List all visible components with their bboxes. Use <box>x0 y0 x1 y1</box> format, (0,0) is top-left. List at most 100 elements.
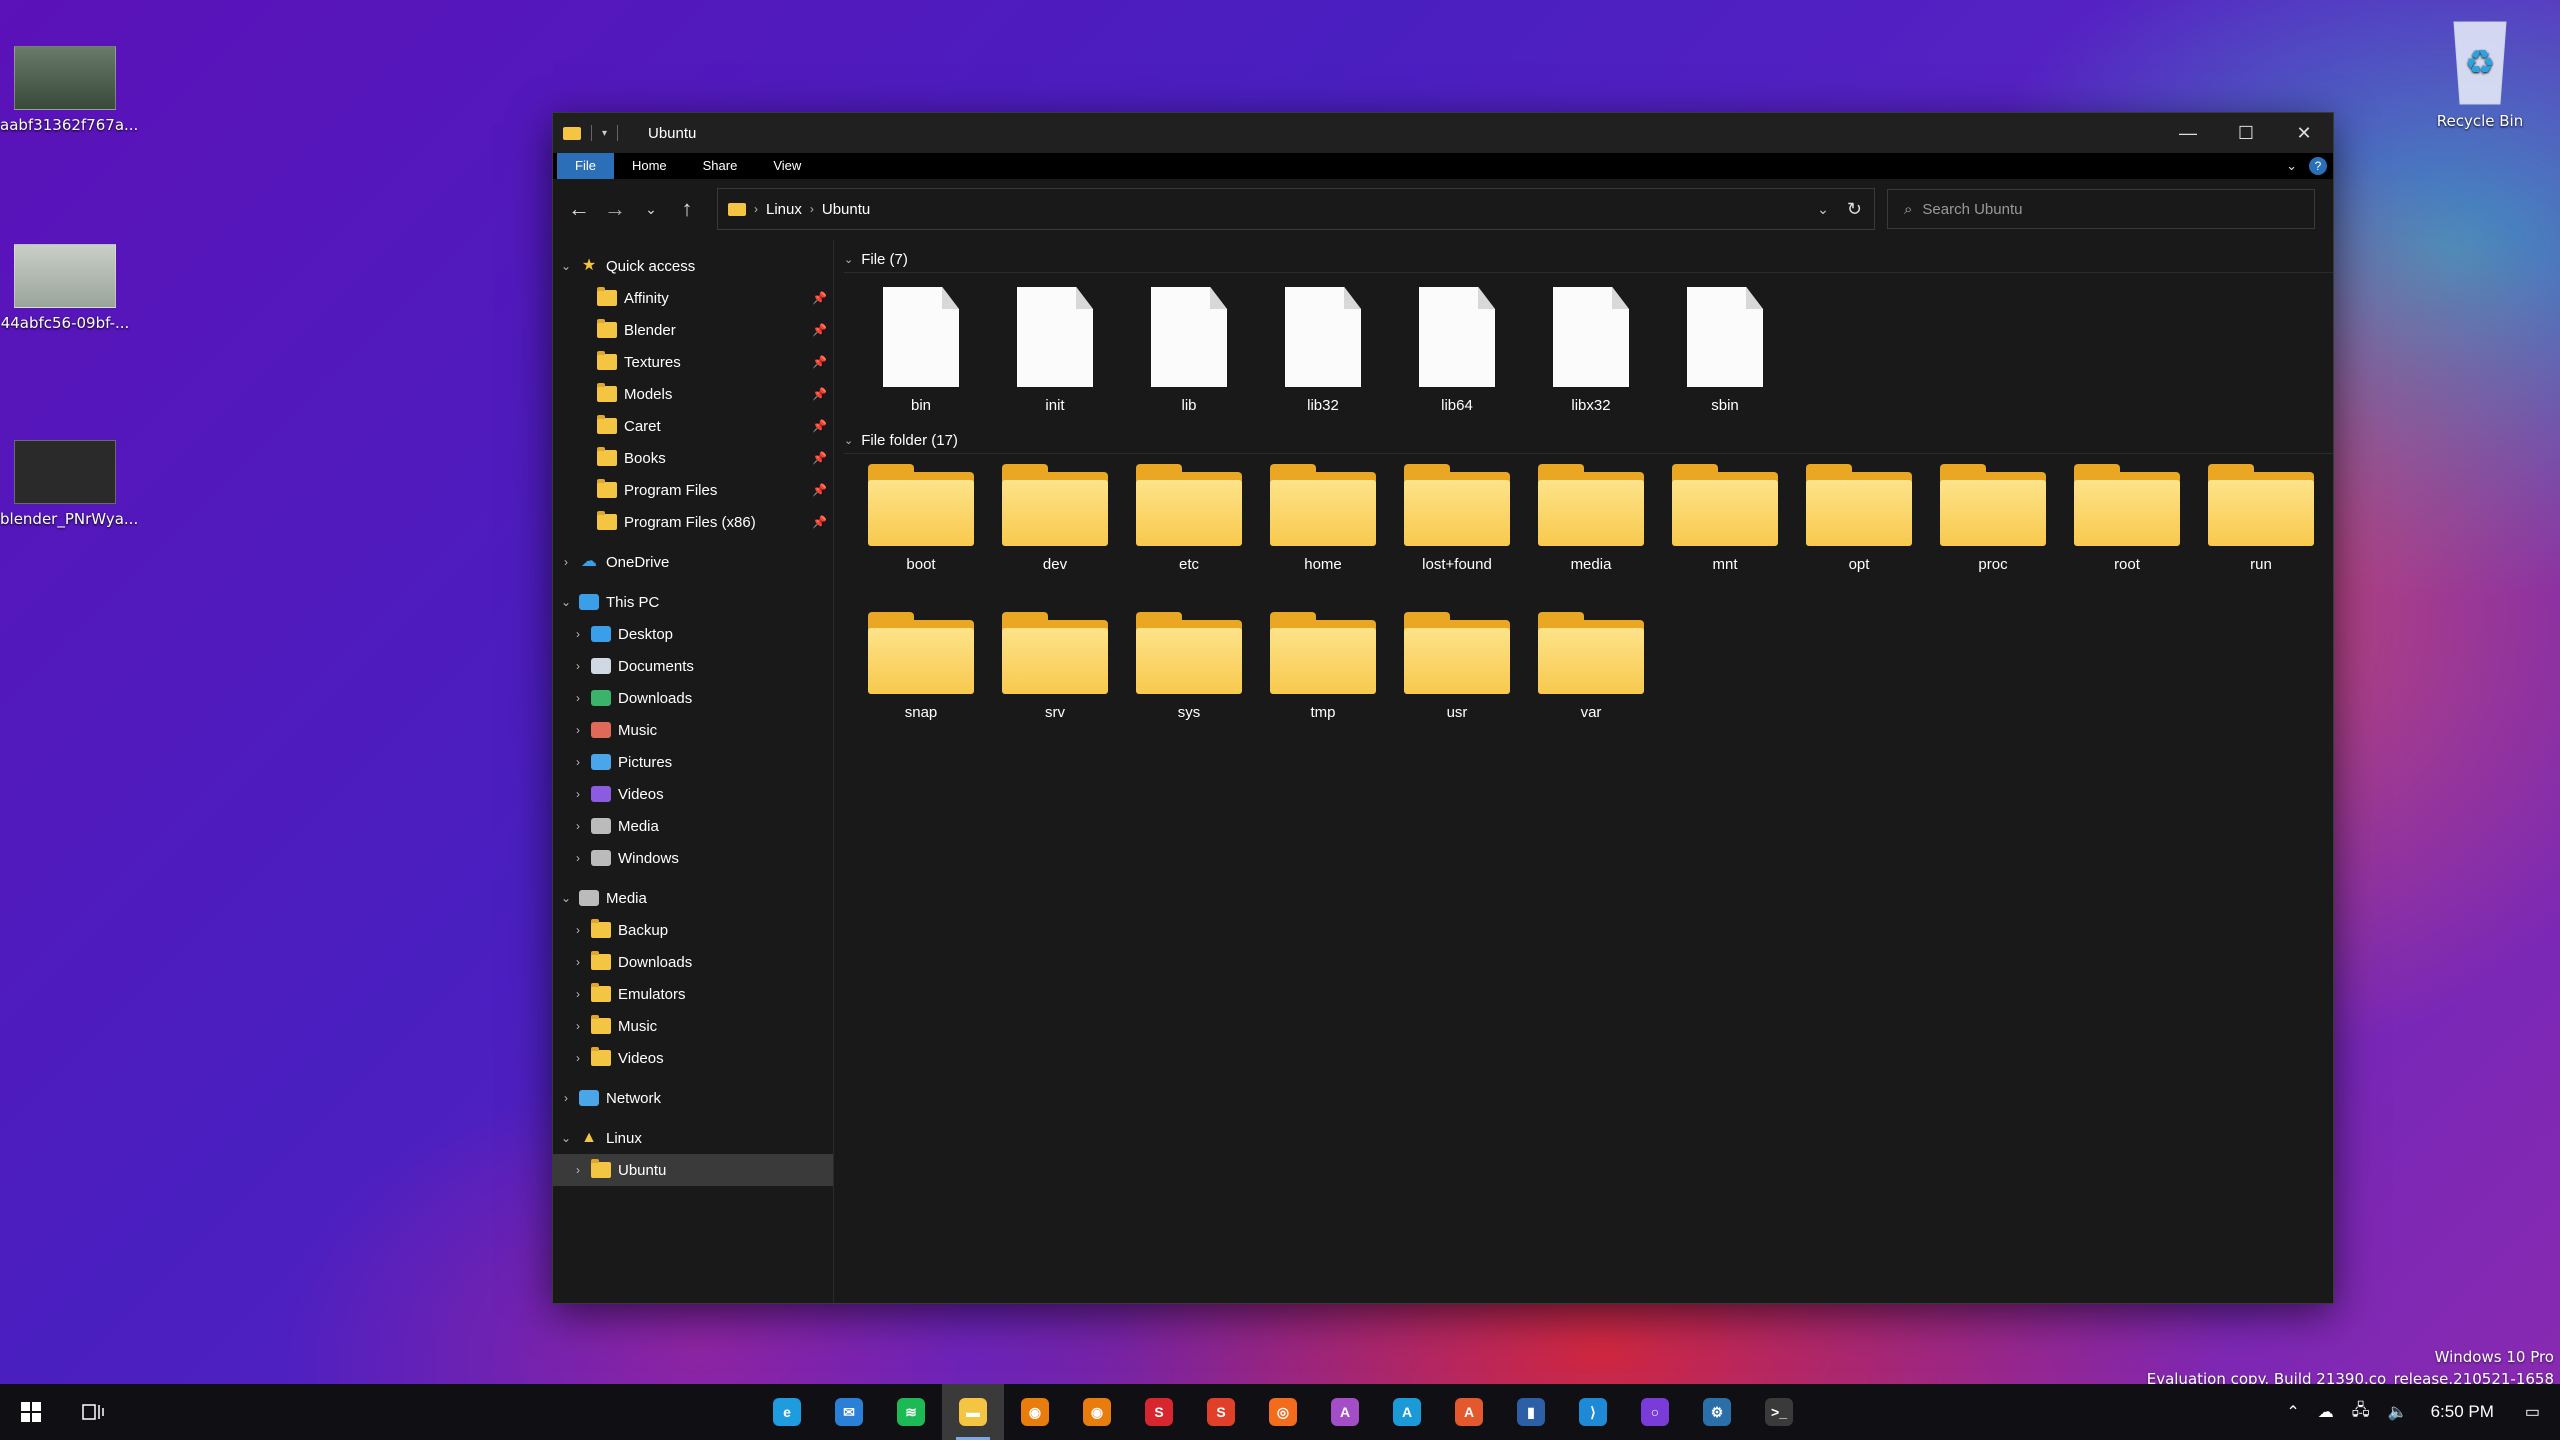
nav-media-item[interactable]: › Emulators <box>553 978 833 1010</box>
nav-this-pc-item[interactable]: › Desktop <box>553 618 833 650</box>
folder-item[interactable]: etc <box>1122 454 1256 602</box>
affinity-photo-app[interactable]: A <box>1314 1384 1376 1440</box>
nav-quick-access-item[interactable]: Program Files (x86) 📌 <box>553 506 833 538</box>
nav-onedrive[interactable]: › ☁ OneDrive <box>553 546 833 578</box>
breadcrumb-linux[interactable]: Linux <box>766 201 802 218</box>
nav-linux[interactable]: ⌄ ▲ Linux <box>553 1122 833 1154</box>
folder-item[interactable]: dev <box>988 454 1122 602</box>
chevron-right-icon[interactable]: › <box>571 787 585 801</box>
close-button[interactable]: ✕ <box>2275 113 2333 153</box>
folder-item[interactable]: snap <box>854 602 988 750</box>
nav-quick-access[interactable]: ⌄ ★ Quick access <box>553 250 833 282</box>
nav-media-item[interactable]: › Music <box>553 1010 833 1042</box>
folder-item[interactable]: proc <box>1926 454 2060 602</box>
blender-app[interactable]: ◉ <box>1004 1384 1066 1440</box>
chevron-right-icon[interactable]: › <box>571 955 585 969</box>
file-item[interactable]: libx32 <box>1524 273 1658 421</box>
substance-painter-app[interactable]: S <box>1190 1384 1252 1440</box>
chevron-right-icon[interactable]: › <box>571 723 585 737</box>
folder-item[interactable]: var <box>1524 602 1658 750</box>
volume-icon[interactable]: 🔈 <box>2388 1402 2408 1422</box>
chevron-right-icon[interactable]: › <box>559 555 573 569</box>
caret-app[interactable]: ▮ <box>1500 1384 1562 1440</box>
folder-item[interactable]: run <box>2194 454 2328 602</box>
nav-this-pc-item[interactable]: › Media <box>553 810 833 842</box>
chevron-right-icon[interactable]: › <box>571 1163 585 1177</box>
file-explorer-app[interactable]: ▬ <box>942 1384 1004 1440</box>
nav-media-drive[interactable]: ⌄ Media <box>553 882 833 914</box>
back-button[interactable]: ← <box>561 191 597 227</box>
chevron-right-icon[interactable]: › <box>571 755 585 769</box>
clock[interactable]: 6:50 PM <box>2431 1402 2494 1422</box>
refresh-icon[interactable]: ↻ <box>1847 199 1862 220</box>
nav-quick-access-item[interactable]: Affinity 📌 <box>553 282 833 314</box>
group-header[interactable]: ⌄ File folder (17) <box>844 427 2333 454</box>
nav-network[interactable]: › Network <box>553 1082 833 1114</box>
search-input[interactable]: ⌕ Search Ubuntu <box>1887 189 2315 229</box>
chevron-right-icon[interactable]: › <box>571 659 585 673</box>
folder-item[interactable]: lost+found <box>1390 454 1524 602</box>
nav-quick-access-item[interactable]: Caret 📌 <box>553 410 833 442</box>
tab-home[interactable]: Home <box>614 153 685 179</box>
spotify-app[interactable]: ≋ <box>880 1384 942 1440</box>
address-bar[interactable]: › Linux › Ubuntu ⌄ ↻ <box>717 188 1875 230</box>
folder-item[interactable]: home <box>1256 454 1390 602</box>
tab-view[interactable]: View <box>755 153 819 179</box>
nav-media-item[interactable]: › Downloads <box>553 946 833 978</box>
file-item[interactable]: init <box>988 273 1122 421</box>
task-view-button[interactable] <box>62 1384 124 1440</box>
forward-button[interactable]: → <box>597 191 633 227</box>
nav-media-item[interactable]: › Backup <box>553 914 833 946</box>
nav-this-pc-item[interactable]: › Videos <box>553 778 833 810</box>
folder-item[interactable]: boot <box>854 454 988 602</box>
chevron-right-icon[interactable]: › <box>571 627 585 641</box>
vscode-app[interactable]: ⟩ <box>1562 1384 1624 1440</box>
nav-this-pc[interactable]: ⌄ This PC <box>553 586 833 618</box>
chevron-down-icon[interactable]: ⌄ <box>559 1131 573 1145</box>
chevron-down-icon[interactable]: ⌄ <box>844 253 853 266</box>
address-history-icon[interactable]: ⌄ <box>1817 201 1829 218</box>
minimize-button[interactable]: — <box>2159 113 2217 153</box>
houdini-app[interactable]: ◎ <box>1252 1384 1314 1440</box>
breadcrumb-ubuntu[interactable]: Ubuntu <box>822 201 870 218</box>
chevron-right-icon[interactable]: › <box>571 819 585 833</box>
folder-item[interactable]: usr <box>1390 602 1524 750</box>
group-header[interactable]: ⌄ File (7) <box>844 246 2333 273</box>
nav-quick-access-item[interactable]: Models 📌 <box>553 378 833 410</box>
chevron-right-icon[interactable]: › <box>571 691 585 705</box>
file-item[interactable]: lib64 <box>1390 273 1524 421</box>
chevron-right-icon[interactable]: › <box>571 1051 585 1065</box>
desktop-icon-image-1[interactable]: aabf31362f767a... <box>0 46 138 134</box>
file-item[interactable]: bin <box>854 273 988 421</box>
nav-this-pc-item[interactable]: › Downloads <box>553 682 833 714</box>
folder-item[interactable]: tmp <box>1256 602 1390 750</box>
edge-app[interactable]: e <box>756 1384 818 1440</box>
nav-quick-access-item[interactable]: Program Files 📌 <box>553 474 833 506</box>
folder-item[interactable]: sys <box>1122 602 1256 750</box>
chevron-down-icon[interactable]: ⌄ <box>559 891 573 905</box>
network-icon[interactable]: 🖧 <box>2352 1399 2370 1426</box>
notifications-icon[interactable]: ▭ <box>2525 1402 2540 1422</box>
nav-quick-access-item[interactable]: Books 📌 <box>553 442 833 474</box>
nav-this-pc-item[interactable]: › Documents <box>553 650 833 682</box>
help-icon[interactable]: ? <box>2309 157 2327 175</box>
show-hidden-icons-icon[interactable]: ⌃ <box>2286 1402 2299 1422</box>
folder-item[interactable]: opt <box>1792 454 1926 602</box>
onedrive-icon[interactable]: ☁ <box>2318 1402 2334 1422</box>
chevron-down-icon[interactable]: ⌄ <box>559 595 573 609</box>
maximize-button[interactable]: ☐ <box>2217 113 2275 153</box>
file-item[interactable]: lib32 <box>1256 273 1390 421</box>
up-button[interactable]: ↑ <box>669 191 705 227</box>
chevron-right-icon[interactable]: › <box>571 923 585 937</box>
nav-this-pc-item[interactable]: › Pictures <box>553 746 833 778</box>
chevron-down-icon[interactable]: ⌄ <box>559 259 573 273</box>
substance-designer-app[interactable]: S <box>1128 1384 1190 1440</box>
start-button[interactable] <box>0 1384 62 1440</box>
nav-quick-access-item[interactable]: Blender 📌 <box>553 314 833 346</box>
cortana-app[interactable]: ○ <box>1624 1384 1686 1440</box>
steam-app[interactable]: ⚙ <box>1686 1384 1748 1440</box>
desktop-icon-image-3[interactable]: blender_PNrWya... <box>0 440 138 528</box>
affinity-publisher-app[interactable]: A <box>1438 1384 1500 1440</box>
chevron-right-icon[interactable]: › <box>559 1091 573 1105</box>
recycle-bin[interactable]: ♻ Recycle Bin <box>2420 8 2540 130</box>
